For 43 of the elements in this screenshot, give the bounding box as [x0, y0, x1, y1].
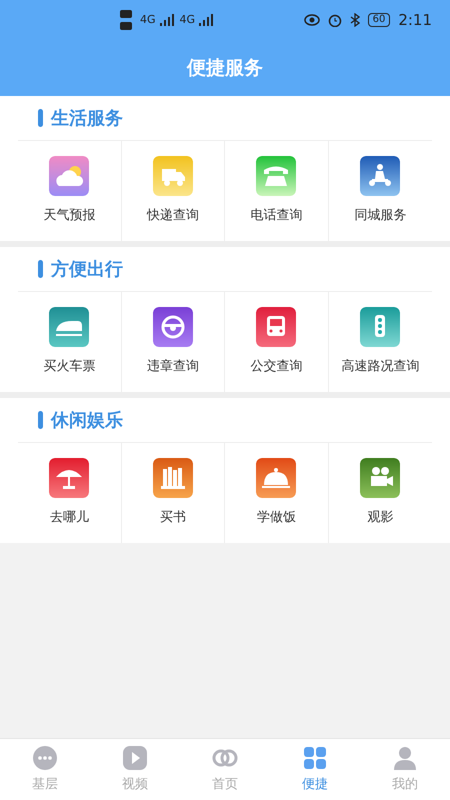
service-item[interactable]: 去哪儿 [18, 443, 122, 543]
service-item[interactable]: 学做饭 [225, 443, 328, 543]
service-icon [360, 458, 400, 498]
service-item[interactable]: 同城服务 [328, 141, 432, 241]
service-item[interactable]: 公交查询 [225, 292, 328, 392]
service-icon [152, 156, 193, 196]
grid-icon [302, 745, 328, 771]
section-title: 生活服务 [51, 106, 123, 130]
chat-icon [32, 745, 58, 771]
play-icon [122, 745, 148, 771]
service-icon [152, 307, 193, 348]
signal-icon [160, 14, 176, 26]
service-icon [256, 307, 296, 348]
service-item[interactable]: 观影 [328, 443, 432, 543]
service-icon [49, 156, 90, 196]
service-icon [360, 156, 400, 196]
service-item[interactable]: 天气预报 [18, 141, 122, 241]
status-time: 2:11 [398, 10, 432, 31]
signal-icon [199, 14, 216, 26]
section-marker [38, 109, 43, 127]
bluetooth-icon [350, 13, 360, 27]
section-title: 休闲娱乐 [51, 408, 123, 432]
service-icon [49, 458, 90, 498]
service-icon [360, 307, 400, 348]
network-label: 4G [140, 12, 156, 28]
section-marker [38, 411, 43, 429]
service-item[interactable]: 买火车票 [18, 292, 122, 392]
service-item[interactable]: 高速路况查询 [328, 292, 432, 392]
service-icon [256, 156, 296, 196]
service-icon [256, 458, 296, 498]
service-item[interactable]: 快递查询 [122, 141, 225, 241]
service-item[interactable]: 电话查询 [225, 141, 328, 241]
alarm-icon [328, 13, 342, 27]
service-icon [152, 458, 193, 498]
section-marker [38, 260, 43, 278]
page-title: 便捷服务 [187, 56, 263, 81]
service-item[interactable]: 违章查询 [122, 292, 225, 392]
person-icon [392, 745, 418, 771]
network-label: 4G [180, 12, 196, 28]
service-item[interactable]: 买书 [122, 443, 225, 543]
service-icon [49, 307, 90, 348]
eye-icon [304, 14, 320, 26]
section-title: 方便出行 [51, 258, 123, 282]
